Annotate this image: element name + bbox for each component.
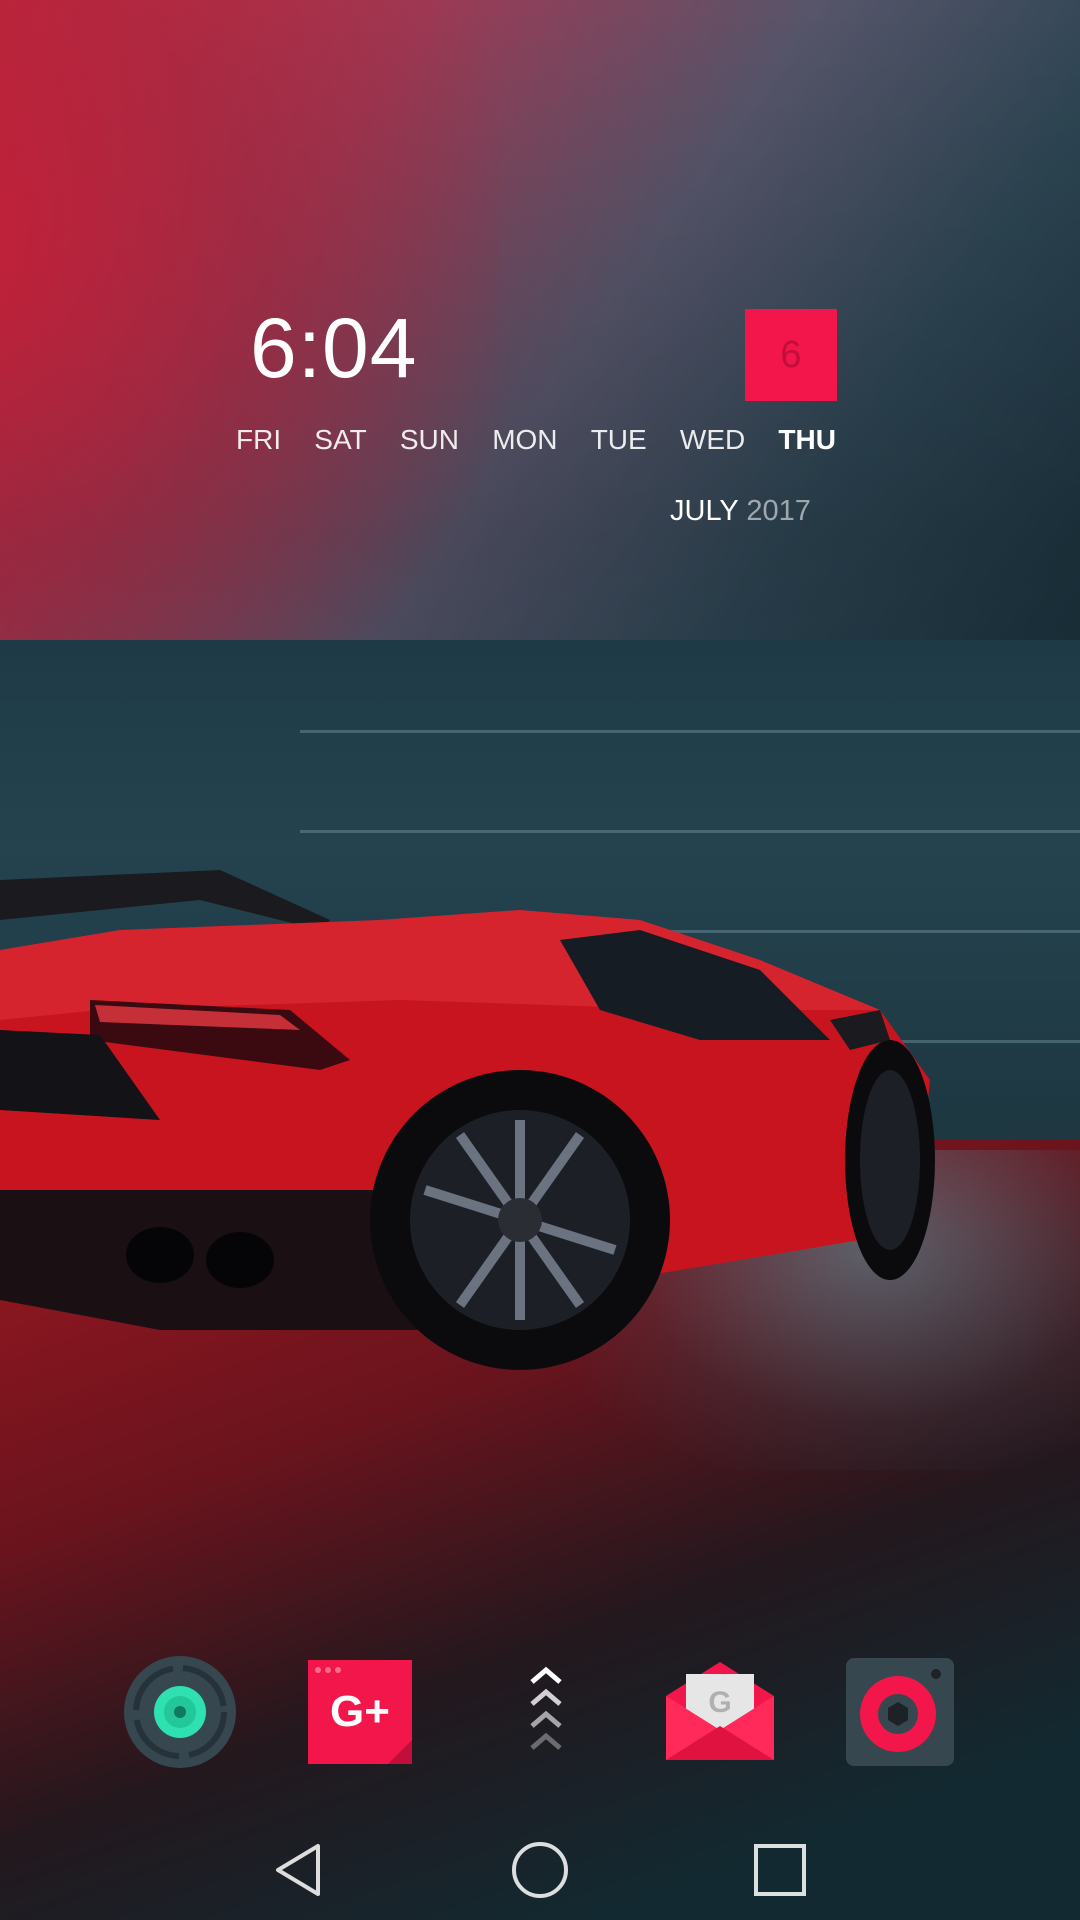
music-player-icon bbox=[846, 1658, 954, 1766]
year-label: 2017 bbox=[746, 495, 811, 527]
weekday-label: SUN bbox=[399, 424, 459, 455]
weekday-label: FRI bbox=[236, 424, 282, 455]
weekday-row: FRI SAT SUN MON TUE WED THU bbox=[236, 424, 836, 456]
weekday-label: SAT bbox=[314, 424, 367, 455]
home-icon bbox=[512, 1842, 568, 1898]
google-plus-icon: G+ bbox=[308, 1660, 412, 1764]
app-dock: G+ G bbox=[0, 1650, 1080, 1770]
gmail-app-button[interactable]: G bbox=[664, 1656, 776, 1768]
app-drawer-button[interactable] bbox=[490, 1656, 602, 1768]
month-label: JULY bbox=[670, 495, 739, 527]
back-button[interactable] bbox=[268, 1838, 332, 1902]
red-sports-car-image bbox=[0, 870, 935, 1370]
weekday-label: WED bbox=[679, 424, 746, 455]
home-button[interactable] bbox=[508, 1838, 572, 1902]
svg-text:G: G bbox=[708, 1686, 731, 1719]
back-icon bbox=[276, 1844, 320, 1896]
wallpaper bbox=[0, 0, 1080, 1920]
weekday-label: TUE bbox=[590, 424, 647, 455]
camera-app-button[interactable] bbox=[124, 1656, 236, 1768]
weekday-label: MON bbox=[492, 424, 558, 455]
garage-door-seam bbox=[300, 830, 1080, 833]
garage-door-seam bbox=[300, 730, 1080, 733]
recents-icon bbox=[754, 1844, 806, 1896]
weekday-label-active: THU bbox=[778, 424, 836, 455]
gmail-envelope-icon: G bbox=[666, 1662, 774, 1760]
svg-text:G+: G+ bbox=[330, 1687, 390, 1736]
navigation-bar bbox=[0, 1820, 1080, 1920]
date-number-badge[interactable]: 6 bbox=[745, 309, 837, 401]
month-year[interactable]: JULY 2017 bbox=[670, 495, 811, 528]
google-plus-app-button[interactable]: G+ bbox=[304, 1656, 416, 1768]
clock-time[interactable]: 6:04 bbox=[250, 300, 418, 397]
recents-button[interactable] bbox=[748, 1838, 812, 1902]
music-app-button[interactable] bbox=[844, 1656, 956, 1768]
app-drawer-chevrons-icon bbox=[530, 1666, 562, 1750]
camera-lens-icon bbox=[124, 1656, 236, 1768]
